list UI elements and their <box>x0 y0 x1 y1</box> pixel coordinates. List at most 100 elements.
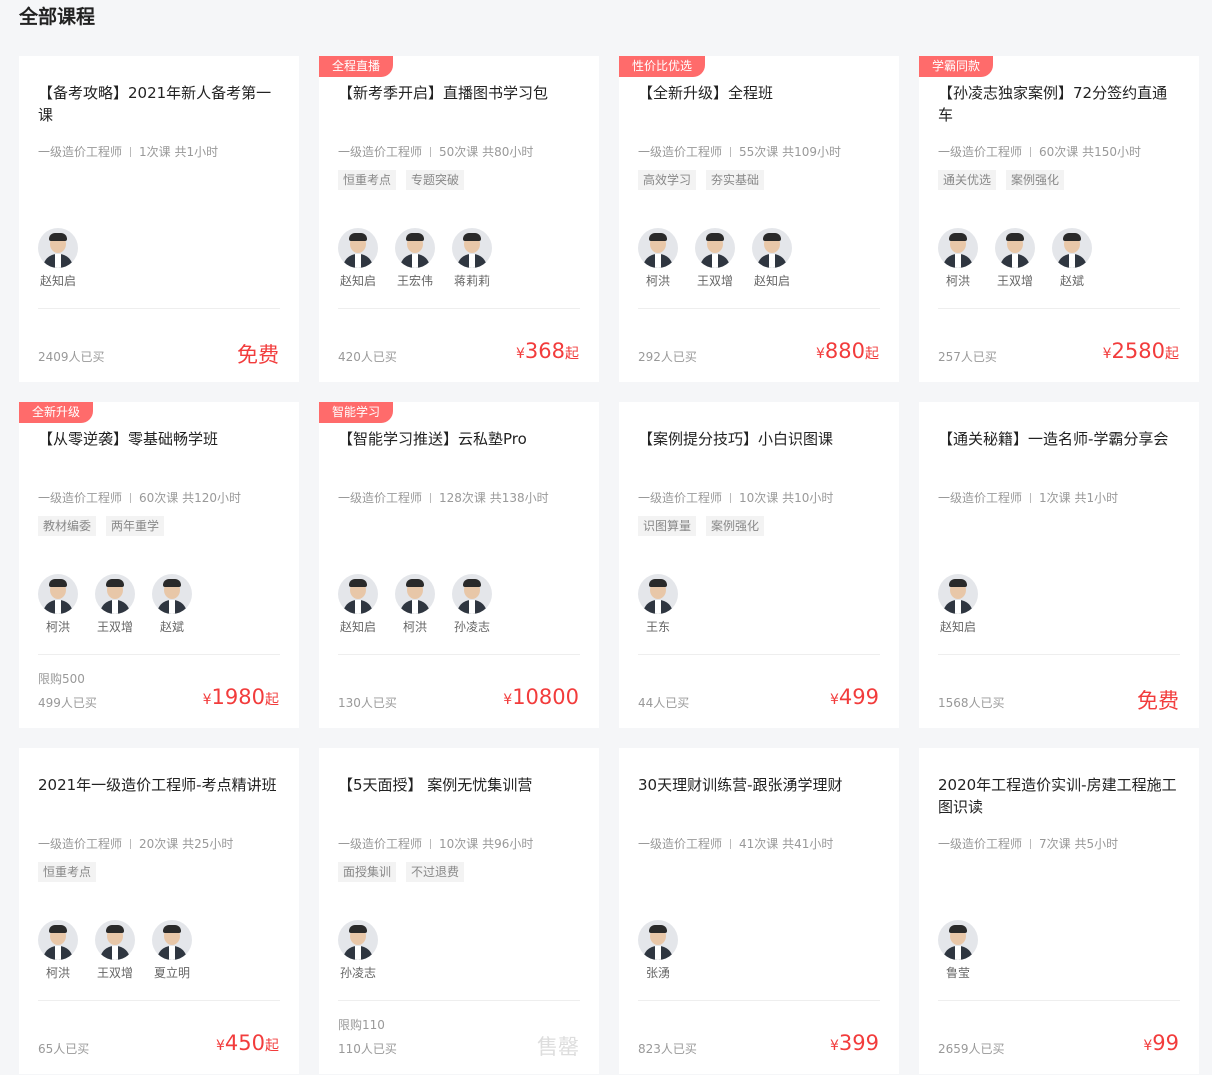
teacher-item[interactable]: 柯洪 <box>38 574 95 635</box>
price-currency: ¥ <box>829 692 839 708</box>
price-suffix: 起 <box>1165 346 1179 362</box>
bought-count: 2409人已买 <box>38 350 105 364</box>
course-title[interactable]: 2020年工程造价实训-房建工程施工图识读 <box>938 774 1180 818</box>
teacher-item[interactable]: 赵知启 <box>338 228 395 289</box>
course-card[interactable]: 2021年一级造价工程师-考点精讲班 一级造价工程师 20次课 共25小时 恒重考… <box>19 748 299 1074</box>
teacher-item[interactable]: 王宏伟 <box>395 228 452 289</box>
teacher-name: 赵斌 <box>159 620 184 634</box>
course-price: ¥450起 <box>216 1031 279 1055</box>
course-title[interactable]: 【智能学习推送】云私塾Pro <box>338 428 580 450</box>
teacher-name: 柯洪 <box>45 966 70 980</box>
course-title[interactable]: 【通关秘籍】一造名师-学霸分享会 <box>938 428 1180 450</box>
course-meta: 一级造价工程师 55次课 共109小时 <box>638 144 841 160</box>
course-tag: 恒重考点 <box>338 170 397 190</box>
teacher-item[interactable]: 孙凌志 <box>452 574 509 635</box>
course-card[interactable]: 智能学习 【智能学习推送】云私塾Pro 一级造价工程师 128次课 共138小时 赵… <box>319 402 599 728</box>
price-amount: 399 <box>838 1031 879 1055</box>
teacher-list: 柯洪 王双增 赵斌 <box>38 574 209 635</box>
course-tag: 恒重考点 <box>38 862 97 882</box>
course-card[interactable]: 【5天面授】 案例无忧集训营 一级造价工程师 10次课 共96小时 面授集训 不过退… <box>319 748 599 1074</box>
teacher-item[interactable]: 赵斌 <box>1052 228 1109 289</box>
teacher-item[interactable]: 王双增 <box>95 574 152 635</box>
teacher-item[interactable]: 赵斌 <box>152 574 209 635</box>
teacher-item[interactable]: 孙凌志 <box>338 920 395 981</box>
course-title[interactable]: 【孙凌志独家案例】72分签约直通车 <box>938 82 1180 126</box>
meta-separator <box>1030 493 1032 503</box>
card-divider <box>938 1000 1180 1001</box>
bought-count: 420人已买 <box>338 350 397 364</box>
course-tags: 通关优选 案例强化 <box>938 170 1065 190</box>
teacher-item[interactable]: 赵知启 <box>38 228 95 289</box>
course-tags: 高效学习 夯实基础 <box>638 170 765 190</box>
course-title[interactable]: 【新考季开启】直播图书学习包 <box>338 82 580 104</box>
course-title[interactable]: 2021年一级造价工程师-考点精讲班 <box>38 774 280 796</box>
teacher-item[interactable]: 王双增 <box>695 228 752 289</box>
course-card[interactable]: 学霸同款 【孙凌志独家案例】72分签约直通车 一级造价工程师 60次课 共150小时… <box>919 56 1199 382</box>
course-card[interactable]: 【备考攻略】2021年新人备考第一课 一级造价工程师 1次课 共1小时 赵知启 2… <box>19 56 299 382</box>
bought-count: 1568人已买 <box>938 696 1005 710</box>
course-title[interactable]: 【全新升级】全程班 <box>638 82 880 104</box>
teacher-item[interactable]: 王双增 <box>995 228 1052 289</box>
teacher-item[interactable]: 柯洪 <box>395 574 452 635</box>
teacher-item[interactable]: 柯洪 <box>638 228 695 289</box>
teacher-item[interactable]: 王双增 <box>95 920 152 981</box>
teacher-list: 张湧 <box>638 920 695 981</box>
teacher-item[interactable]: 张湧 <box>638 920 695 981</box>
course-lessons: 7次课 共5小时 <box>1039 837 1119 851</box>
price-amount: 368 <box>524 339 565 363</box>
teacher-avatar <box>638 228 678 268</box>
teacher-avatar <box>638 920 678 960</box>
teacher-name: 柯洪 <box>945 274 970 288</box>
teacher-avatar <box>38 228 78 268</box>
teacher-item[interactable]: 夏立明 <box>152 920 209 981</box>
teacher-name: 赵知启 <box>39 274 76 288</box>
course-card[interactable]: 全程直播 【新考季开启】直播图书学习包 一级造价工程师 50次课 共80小时 恒重考… <box>319 56 599 382</box>
price-currency: ¥ <box>515 346 525 362</box>
course-card[interactable]: 30天理财训练营-跟张湧学理财 一级造价工程师 41次课 共41小时 张湧 823… <box>619 748 899 1074</box>
teacher-item[interactable]: 王东 <box>638 574 695 635</box>
course-card[interactable]: 2020年工程造价实训-房建工程施工图识读 一级造价工程师 7次课 共5小时 鲁莹… <box>919 748 1199 1074</box>
teacher-item[interactable]: 赵知启 <box>338 574 395 635</box>
teacher-name: 孙凌志 <box>453 620 490 634</box>
card-divider <box>938 654 1180 655</box>
teacher-item[interactable]: 赵知启 <box>938 574 995 635</box>
course-card[interactable]: 性价比优选 【全新升级】全程班 一级造价工程师 55次课 共109小时 高效学习 夯实… <box>619 56 899 382</box>
purchase-limit: 限购110 <box>338 1018 385 1032</box>
course-title[interactable]: 【备考攻略】2021年新人备考第一课 <box>38 82 280 126</box>
price-currency: ¥ <box>829 1038 839 1054</box>
bought-count: 292人已买 <box>638 350 697 364</box>
teacher-item[interactable]: 蒋莉莉 <box>452 228 509 289</box>
teacher-name: 柯洪 <box>402 620 427 634</box>
course-title[interactable]: 【5天面授】 案例无忧集训营 <box>338 774 580 796</box>
teacher-avatar <box>38 920 78 960</box>
price-suffix: 起 <box>865 346 879 362</box>
price-currency: ¥ <box>215 1038 225 1054</box>
course-meta: 一级造价工程师 10次课 共10小时 <box>638 490 833 506</box>
teacher-avatar <box>752 228 792 268</box>
course-price: ¥99 <box>1143 1031 1179 1055</box>
teacher-avatar <box>38 574 78 614</box>
teacher-avatar <box>152 574 192 614</box>
course-price: ¥399 <box>830 1031 879 1055</box>
course-meta: 一级造价工程师 20次课 共25小时 <box>38 836 233 852</box>
teacher-item[interactable]: 赵知启 <box>752 228 809 289</box>
teacher-item[interactable]: 鲁莹 <box>938 920 995 981</box>
course-category: 一级造价工程师 <box>38 145 123 159</box>
teacher-name: 赵知启 <box>939 620 976 634</box>
teacher-name: 王双增 <box>96 620 133 634</box>
price-currency: ¥ <box>1143 1038 1153 1054</box>
course-title[interactable]: 【从零逆袭】零基础畅学班 <box>38 428 280 450</box>
teacher-avatar <box>95 574 135 614</box>
course-meta: 一级造价工程师 10次课 共96小时 <box>338 836 533 852</box>
price-amount: 450 <box>224 1031 265 1055</box>
course-card[interactable]: 【通关秘籍】一造名师-学霸分享会 一级造价工程师 1次课 共1小时 赵知启 156… <box>919 402 1199 728</box>
teacher-item[interactable]: 柯洪 <box>938 228 995 289</box>
course-category: 一级造价工程师 <box>338 145 423 159</box>
course-card[interactable]: 【案例提分技巧】小白识图课 一级造价工程师 10次课 共10小时 识图算量 案例强化… <box>619 402 899 728</box>
teacher-item[interactable]: 柯洪 <box>38 920 95 981</box>
course-title[interactable]: 【案例提分技巧】小白识图课 <box>638 428 880 450</box>
course-tag: 两年重学 <box>106 516 165 536</box>
price-currency: ¥ <box>202 692 212 708</box>
course-title[interactable]: 30天理财训练营-跟张湧学理财 <box>638 774 880 796</box>
course-card[interactable]: 全新升级 【从零逆袭】零基础畅学班 一级造价工程师 60次课 共120小时 教材编委… <box>19 402 299 728</box>
